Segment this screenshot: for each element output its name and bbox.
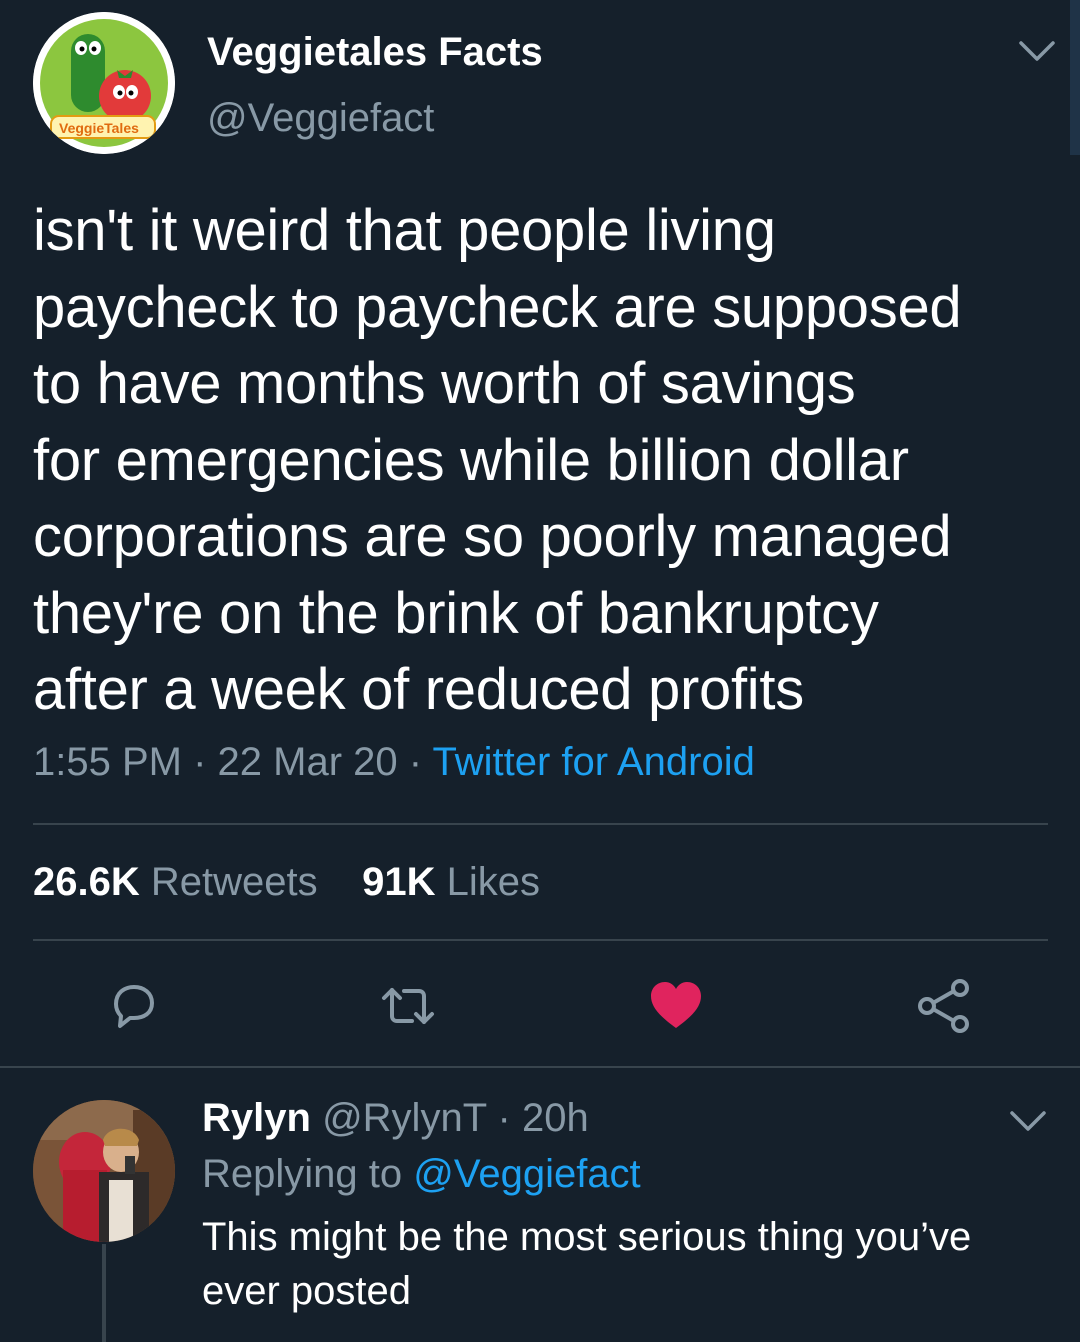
reply-author-name[interactable]: Rylyn — [202, 1096, 311, 1140]
meta-separator: · — [497, 1096, 511, 1140]
tweet-text-line: paycheck to paycheck are supposed — [33, 274, 962, 340]
reply-text: This might be the most serious thing you… — [202, 1215, 972, 1313]
retweets-count: 26.6K — [33, 860, 140, 904]
reply-author-handle[interactable]: @RylynT — [322, 1096, 486, 1140]
likes-count: 91K — [362, 860, 436, 904]
tweet-meta: 1:55 PM · 22 Mar 20 · Twitter for Androi… — [33, 740, 755, 785]
meta-separator: · — [408, 740, 423, 784]
scrollbar[interactable] — [1070, 0, 1080, 155]
tweet-text-line: after a week of reduced profits — [33, 657, 804, 722]
tweet-text-line: corporations are so poorly managed — [33, 504, 952, 569]
tweet-text-line: they're on the brink of bankruptcy — [33, 580, 879, 646]
retweets-stat[interactable]: 26.6K Retweets — [33, 860, 318, 904]
reply-header: Rylyn @RylynT · 20h — [202, 1096, 589, 1141]
reply-icon[interactable] — [106, 978, 162, 1034]
replying-to-mention[interactable]: @Veggiefact — [413, 1152, 640, 1196]
tweet-date[interactable]: 22 Mar 20 — [218, 740, 398, 784]
tweet-source-link[interactable]: Twitter for Android — [433, 740, 755, 784]
divider — [0, 1066, 1080, 1068]
reply-time[interactable]: 20h — [522, 1096, 589, 1140]
likes-stat[interactable]: 91K Likes — [362, 860, 540, 904]
share-icon[interactable] — [915, 978, 971, 1034]
likes-label: Likes — [446, 860, 540, 904]
avatar[interactable]: VeggieTales — [33, 12, 175, 154]
meta-separator: · — [193, 740, 207, 784]
retweet-icon[interactable] — [380, 978, 436, 1034]
tweet-text-line: for emergencies while billion dollar — [33, 427, 909, 493]
tweet-text-line: to have months worth of savings — [33, 351, 856, 416]
tweet-stats: 26.6K Retweets 91K Likes — [33, 860, 540, 905]
chevron-down-icon[interactable] — [1017, 38, 1057, 64]
replying-to: Replying to @Veggiefact — [202, 1152, 641, 1197]
tweet-text: isn't it weird that people living payche… — [33, 193, 1043, 729]
tweet-detail-screen: VeggieTales Veggietales Facts @Veggiefac… — [0, 0, 1080, 1342]
tweet-time[interactable]: 1:55 PM — [33, 740, 182, 784]
tweet-text-line: isn't it weird that people living — [33, 198, 776, 263]
author-handle[interactable]: @Veggiefact — [207, 96, 434, 141]
divider — [33, 939, 1048, 941]
replying-to-label: Replying to — [202, 1152, 403, 1196]
retweets-label: Retweets — [150, 860, 318, 904]
heart-icon[interactable] — [648, 978, 704, 1034]
veggietales-logo-text: VeggieTales — [59, 120, 139, 136]
reply-avatar-photo — [33, 1100, 175, 1242]
reply-avatar[interactable] — [33, 1100, 175, 1242]
divider — [33, 823, 1048, 825]
author-display-name[interactable]: Veggietales Facts — [207, 30, 543, 75]
chevron-down-icon[interactable] — [1008, 1108, 1048, 1134]
thread-line — [102, 1244, 106, 1342]
